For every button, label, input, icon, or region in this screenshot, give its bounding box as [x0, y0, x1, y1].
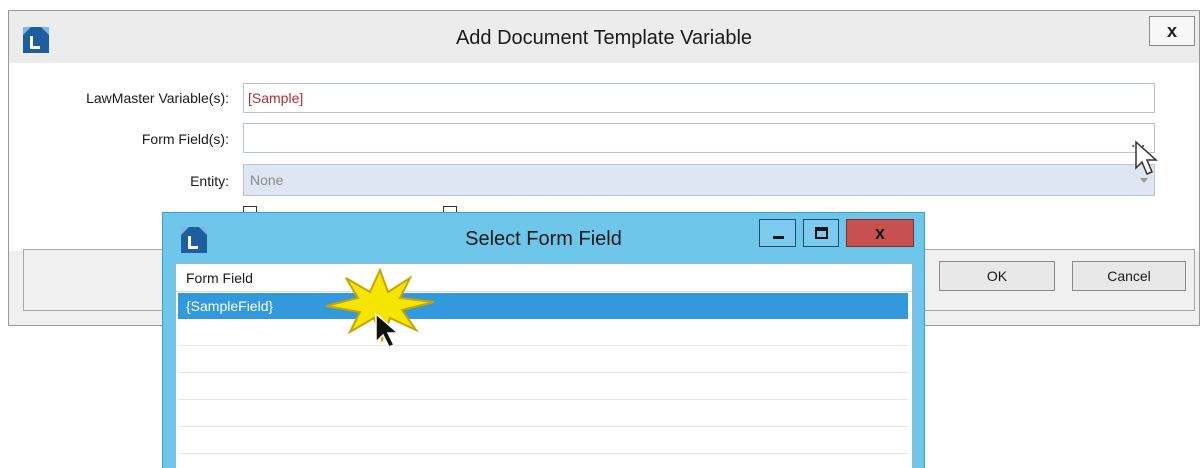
table-row[interactable]: [178, 374, 908, 400]
close-icon: x: [874, 223, 885, 243]
select-form-field-dialog: Select Form Field x Form Field {SampleFi…: [162, 212, 925, 468]
mouse-pointer-icon: [1135, 140, 1158, 175]
dialog-title: Add Document Template Variable: [455, 27, 753, 49]
close-button[interactable]: x: [1149, 16, 1195, 46]
main-titlebar: Add Document Template Variable x: [9, 11, 1199, 63]
minimize-icon: [773, 236, 784, 239]
form-field-label: Form Field(s):: [141, 131, 229, 147]
ok-button[interactable]: OK: [939, 261, 1055, 291]
table-row[interactable]: [178, 428, 908, 454]
form-field-input[interactable]: ...: [243, 123, 1155, 153]
screen: Add Document Template Variable x LawMast…: [0, 0, 1200, 468]
table-row[interactable]: {SampleField}: [178, 293, 908, 319]
popup-titlebar: Select Form Field x: [163, 213, 924, 263]
cancel-button[interactable]: Cancel: [1072, 261, 1186, 291]
form-field-grid: Form Field {SampleField}: [175, 263, 913, 468]
maximize-icon: [815, 227, 828, 239]
minimize-button[interactable]: [759, 219, 796, 247]
chevron-down-icon: [1140, 178, 1148, 183]
entity-label: Entity:: [190, 173, 229, 189]
maximize-button[interactable]: [803, 219, 839, 247]
table-row[interactable]: [178, 347, 908, 373]
popup-close-button[interactable]: x: [846, 219, 914, 247]
lawmaster-variable-label: LawMaster Variable(s):: [86, 90, 229, 106]
entity-select[interactable]: None: [243, 164, 1155, 196]
table-row[interactable]: [178, 320, 908, 346]
grid-column-header[interactable]: Form Field: [176, 264, 912, 292]
table-row[interactable]: [178, 401, 908, 427]
entity-select-value: None: [250, 172, 284, 188]
table-row[interactable]: [178, 455, 908, 468]
mouse-pointer-icon: [375, 312, 401, 348]
lawmaster-variable-field[interactable]: [Sample]: [243, 83, 1155, 113]
